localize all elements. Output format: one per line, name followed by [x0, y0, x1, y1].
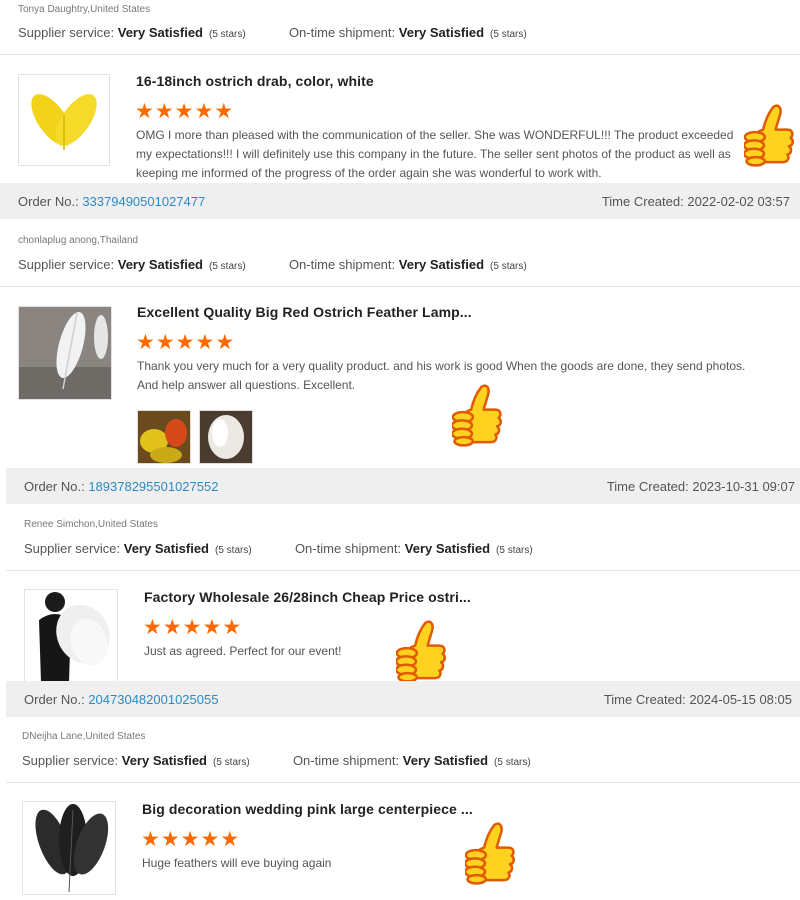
review-photo[interactable]: [137, 410, 191, 464]
order-bar: Order No.: 189378295501027552 Time Creat…: [6, 468, 800, 504]
product-title[interactable]: Excellent Quality Big Red Ostrich Feathe…: [137, 304, 472, 320]
star-icon: ★: [135, 100, 155, 123]
star-icon: ★: [195, 331, 216, 354]
star-icon: ★: [160, 828, 181, 851]
reviewer-name: DNeijha Lane,United States: [22, 731, 146, 742]
time-created-label: Time Created:: [606, 479, 689, 494]
order-number-link[interactable]: 33379490501027477: [82, 194, 205, 209]
shipment-stars: (5 stars): [494, 757, 531, 768]
supplier-rating: Very Satisfied: [123, 541, 210, 556]
rating-stars: ★★★★★: [135, 101, 234, 122]
review-text: OMG I more than pleased with the communi…: [136, 128, 734, 180]
supplier-rating: Very Satisfied: [117, 25, 204, 40]
yellow-feather-image: [31, 94, 97, 150]
product-thumbnail[interactable]: [22, 801, 116, 895]
ratings-line: Supplier service: Very Satisfied (5 stars…: [18, 25, 527, 40]
reviewer-name: Renee Simchon,United States: [24, 519, 158, 530]
order-number-link[interactable]: 189378295501027552: [88, 479, 218, 494]
product-title[interactable]: Factory Wholesale 26/28inch Cheap Price …: [144, 589, 471, 605]
order-no-label: Order No.:: [24, 692, 85, 707]
product-thumbnail[interactable]: [18, 74, 110, 166]
ratings-line: Supplier service: Very Satisfied (5 stars…: [18, 257, 527, 272]
supplier-rating: Very Satisfied: [117, 257, 204, 272]
star-icon: ★: [141, 828, 161, 851]
review-text: Just as agreed. Perfect for our event!: [144, 644, 342, 658]
review-text: Thank you very much for a very quality p…: [137, 359, 746, 392]
star-icon: ★: [222, 616, 243, 639]
supplier-rating: Very Satisfied: [121, 753, 208, 768]
ontime-shipment-label: On-time shipment:: [294, 541, 402, 556]
white-feather-image: [19, 307, 111, 399]
order-bar: Order No.: 204730482001025055 Time Creat…: [6, 681, 800, 717]
time-created-value: 2024-05-15 08:05: [689, 692, 792, 707]
product-title[interactable]: Big decoration wedding pink large center…: [142, 801, 473, 817]
supplier-stars: (5 stars): [209, 29, 246, 40]
supplier-service-label: Supplier service:: [24, 541, 121, 556]
star-icon: ★: [175, 331, 196, 354]
supplier-service-label: Supplier service:: [22, 753, 119, 768]
rating-stars: ★★★★★: [141, 829, 240, 850]
review-photo-image: [200, 411, 252, 463]
supplier-stars: (5 stars): [213, 757, 250, 768]
product-title[interactable]: 16-18inch ostrich drab, color, white: [136, 73, 374, 89]
star-icon: ★: [174, 100, 195, 123]
star-icon: ★: [162, 616, 183, 639]
divider: [6, 782, 800, 783]
product-thumbnail[interactable]: [18, 306, 112, 400]
reviewer-name: chonlaplug anong,Thailand: [18, 235, 139, 246]
time-created-value: 2023-10-31 09:07: [692, 479, 795, 494]
star-icon: ★: [214, 100, 235, 123]
star-icon: ★: [220, 828, 241, 851]
star-icon: ★: [182, 616, 203, 639]
order-bar: Order No.: 33379490501027477 Time Create…: [0, 183, 800, 219]
supplier-service-label: Supplier service:: [18, 25, 115, 40]
thumbs-up-icon: [465, 820, 515, 886]
star-icon: ★: [194, 100, 215, 123]
shipment-rating: Very Satisfied: [398, 25, 485, 40]
star-icon: ★: [180, 828, 201, 851]
supplier-stars: (5 stars): [215, 545, 252, 556]
order-no-label: Order No.:: [18, 194, 79, 209]
shipment-stars: (5 stars): [490, 261, 527, 272]
star-icon: ★: [202, 616, 223, 639]
time-created-label: Time Created:: [601, 194, 684, 209]
star-icon: ★: [215, 331, 236, 354]
ontime-shipment-label: On-time shipment:: [288, 257, 396, 272]
reviewer-name: Tonya Daughtry,United States: [18, 4, 151, 15]
shipment-stars: (5 stars): [490, 29, 527, 40]
ratings-line: Supplier service: Very Satisfied (5 stars…: [22, 753, 531, 768]
thumbs-up-icon: [744, 102, 794, 168]
review-photo-image: [138, 411, 190, 463]
supplier-service-label: Supplier service:: [18, 257, 115, 272]
time-created-label: Time Created:: [603, 692, 686, 707]
ontime-shipment-label: On-time shipment:: [292, 753, 400, 768]
rating-stars: ★★★★★: [143, 617, 242, 638]
star-icon: ★: [154, 100, 175, 123]
star-icon: ★: [143, 616, 163, 639]
supplier-stars: (5 stars): [209, 261, 246, 272]
shipment-rating: Very Satisfied: [404, 541, 491, 556]
divider: [0, 54, 800, 55]
divider: [6, 570, 800, 571]
ontime-shipment-label: On-time shipment:: [288, 25, 396, 40]
shipment-rating: Very Satisfied: [402, 753, 489, 768]
ratings-line: Supplier service: Very Satisfied (5 stars…: [24, 541, 533, 556]
star-icon: ★: [155, 331, 176, 354]
person-with-feathers-image: [25, 590, 117, 682]
star-icon: ★: [136, 331, 156, 354]
thumbs-up-icon: [452, 382, 502, 448]
order-no-label: Order No.:: [24, 479, 85, 494]
review-text: Huge feathers will eve buying again: [142, 856, 332, 870]
star-icon: ★: [200, 828, 221, 851]
review-photo[interactable]: [199, 410, 253, 464]
product-thumbnail[interactable]: [24, 589, 118, 683]
time-created-value: 2022-02-02 03:57: [687, 194, 790, 209]
shipment-rating: Very Satisfied: [398, 257, 485, 272]
rating-stars: ★★★★★: [136, 332, 235, 353]
thumbs-up-icon: [396, 617, 446, 685]
divider: [0, 286, 800, 287]
black-feathers-image: [23, 802, 115, 894]
shipment-stars: (5 stars): [496, 545, 533, 556]
order-number-link[interactable]: 204730482001025055: [88, 692, 218, 707]
